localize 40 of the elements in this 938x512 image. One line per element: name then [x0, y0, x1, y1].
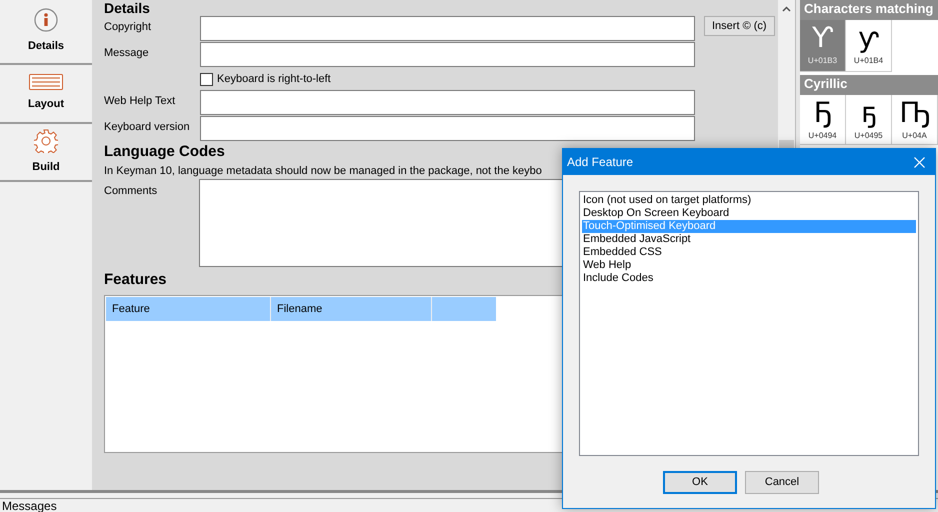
- scroll-up-icon[interactable]: [782, 6, 791, 12]
- character-cell[interactable]: Ƴ U+01B3: [800, 20, 846, 72]
- gear-icon: [34, 128, 58, 153]
- text-field[interactable]: [200, 90, 695, 115]
- list-item[interactable]: Icon (not used on target platforms): [582, 194, 916, 207]
- section-heading: Features: [104, 271, 167, 289]
- list-item[interactable]: Embedded CSS: [582, 246, 916, 259]
- text-field[interactable]: [200, 116, 695, 141]
- field-label: Web Help Text: [104, 94, 176, 109]
- checkbox[interactable]: [200, 72, 213, 86]
- section-heading: Details: [104, 0, 150, 16]
- dialog-button[interactable]: Cancel: [745, 471, 819, 494]
- list-item[interactable]: Web Help: [582, 259, 916, 272]
- character-cell[interactable]: Ҕ U+0494: [800, 95, 846, 145]
- section-heading: Language Codes: [104, 143, 225, 161]
- info-icon: [34, 8, 58, 32]
- group-header: Cyrillic: [800, 75, 938, 95]
- close-icon[interactable]: [914, 156, 925, 168]
- column-header[interactable]: Filename: [271, 297, 432, 321]
- list-item[interactable]: Desktop On Screen Keyboard: [582, 207, 916, 220]
- keyboard-icon: [29, 74, 63, 90]
- checkbox-label: Keyboard is right-to-left: [217, 72, 331, 87]
- character-cell[interactable]: ҕ U+0495: [846, 95, 892, 145]
- group-header: Characters matching: [800, 0, 938, 20]
- list-item[interactable]: Include Codes: [582, 272, 916, 285]
- field-label: Comments: [104, 184, 158, 199]
- text-field[interactable]: [200, 16, 695, 41]
- column-header[interactable]: Feature: [106, 297, 271, 321]
- field-label: Message: [104, 46, 150, 61]
- field-label: Copyright: [104, 20, 152, 35]
- dialog-title: Add Feature: [567, 154, 634, 171]
- field-label: Keyboard version: [104, 120, 191, 135]
- list-item[interactable]: Embedded JavaScript: [582, 233, 916, 246]
- dialog-button[interactable]: OK: [663, 471, 737, 494]
- column-header: [432, 297, 496, 321]
- character-cell[interactable]: Ҧ U+04A: [892, 95, 938, 145]
- character-cell[interactable]: ƴ U+01B4: [846, 20, 892, 72]
- text-field[interactable]: [200, 42, 695, 67]
- info-text: In Keyman 10, language metadata should now be managed in the package, not the keybo: [104, 165, 543, 178]
- insert-button[interactable]: Insert © (c): [704, 16, 775, 36]
